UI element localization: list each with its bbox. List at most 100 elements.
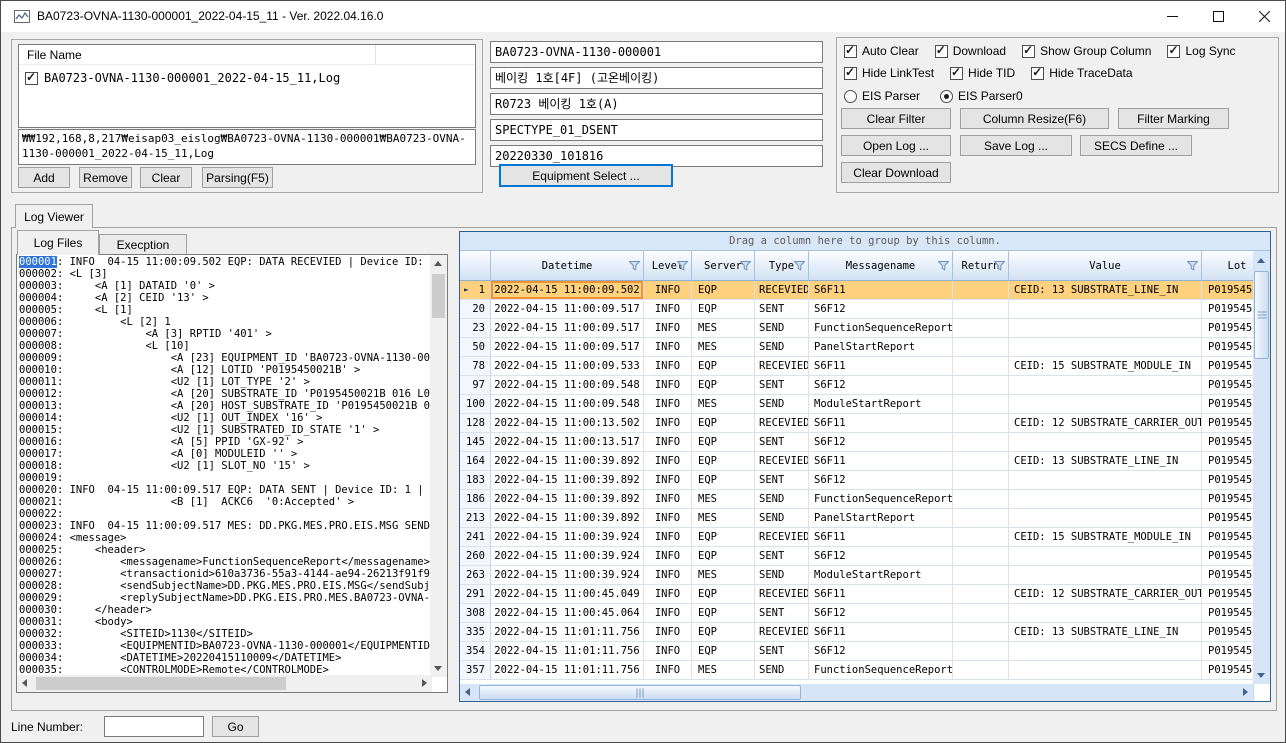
grid-cell[interactable] xyxy=(953,604,1009,623)
grid-cell[interactable]: S6F11 xyxy=(809,623,953,642)
filter-icon[interactable] xyxy=(677,261,688,271)
grid-cell[interactable] xyxy=(1009,642,1202,661)
table-row[interactable]: 3082022-04-15 11:00:45.064INFOEQPSENTS6F… xyxy=(460,604,1271,623)
log-line[interactable]: 000018: <U2 [1] SLOT_NO '15' > xyxy=(19,460,431,472)
grid-cell[interactable]: PanelStartReport xyxy=(809,509,953,528)
grid-cell[interactable]: INFO xyxy=(644,661,692,680)
grid-cell[interactable] xyxy=(1009,376,1202,395)
grid-cell[interactable] xyxy=(953,528,1009,547)
grid-cell[interactable] xyxy=(1009,319,1202,338)
table-row[interactable]: 3572022-04-15 11:01:11.756INFOMESSENDFun… xyxy=(460,661,1271,680)
grid-cell[interactable]: INFO xyxy=(644,642,692,661)
grid-cell[interactable]: 241 xyxy=(460,528,491,547)
grid-cell[interactable]: 145 xyxy=(460,433,491,452)
grid-cell[interactable]: 2022-04-15 11:00:09.533 xyxy=(491,357,644,376)
log-horizontal-scrollbar[interactable] xyxy=(17,675,432,692)
table-row[interactable]: 2602022-04-15 11:00:39.924INFOEQPSENTS6F… xyxy=(460,547,1271,566)
log-line[interactable]: 000004: <A [2] CEID '13' > xyxy=(19,292,431,304)
grid-cell[interactable] xyxy=(1009,471,1202,490)
clear-button[interactable]: Clear xyxy=(140,167,192,188)
grid-cell[interactable]: 2022-04-15 11:00:13.502 xyxy=(491,414,644,433)
grid-cell[interactable]: 354 xyxy=(460,642,491,661)
log-line[interactable]: 000020: INFO 04-15 11:00:09.517 EQP: DAT… xyxy=(19,484,431,496)
grid-cell[interactable]: EQP xyxy=(692,433,755,452)
grid-cell[interactable]: MES xyxy=(692,395,755,414)
grid-cell[interactable]: EQP xyxy=(692,414,755,433)
grid-cell[interactable]: SEND xyxy=(755,509,809,528)
grid-cell[interactable] xyxy=(953,452,1009,471)
grid-cell[interactable]: FunctionSequenceReport xyxy=(809,661,953,680)
log-line[interactable]: 000019: xyxy=(19,472,431,484)
grid-cell[interactable]: INFO xyxy=(644,490,692,509)
grid-cell[interactable]: S6F12 xyxy=(809,471,953,490)
grid-cell[interactable]: 2022-04-15 11:00:09.517 xyxy=(491,338,644,357)
grid-cell[interactable]: MES xyxy=(692,566,755,585)
secs-define-button[interactable]: SECS Define ... xyxy=(1080,135,1192,156)
log-line[interactable]: 000013: <A [20] HOST_SUBSTRATE_ID 'P0195… xyxy=(19,400,431,412)
radio-eis-parser0[interactable]: EIS Parser0 xyxy=(940,89,1023,103)
grid-cell[interactable]: SEND xyxy=(755,490,809,509)
grid-cell[interactable]: INFO xyxy=(644,547,692,566)
checkbox-hide-tracedata[interactable]: Hide TraceData xyxy=(1031,66,1132,80)
log-line[interactable]: 000006: <L [2] 1 xyxy=(19,316,431,328)
grid-cell[interactable]: MES xyxy=(692,338,755,357)
grid-cell[interactable]: 2022-04-15 11:00:45.049 xyxy=(491,585,644,604)
grid-cell[interactable]: FunctionSequenceReport xyxy=(809,490,953,509)
checkbox-hide-linktest[interactable]: Hide LinkTest xyxy=(844,66,934,80)
grid-cell[interactable]: S6F12 xyxy=(809,300,953,319)
grid-cell[interactable]: S6F11 xyxy=(809,281,953,300)
grid-cell[interactable]: 2022-04-15 11:00:39.892 xyxy=(491,490,644,509)
table-row[interactable]: 2632022-04-15 11:00:39.924INFOMESSENDMod… xyxy=(460,566,1271,585)
column-header-return[interactable]: Return xyxy=(953,251,1009,281)
log-line[interactable]: 000022: xyxy=(19,508,431,520)
grid-cell[interactable]: S6F11 xyxy=(809,452,953,471)
log-line[interactable]: 000027: <transactionid>610a3736-55a3-414… xyxy=(19,568,431,580)
log-line[interactable]: 000025: <header> xyxy=(19,544,431,556)
grid-cell[interactable]: S6F11 xyxy=(809,528,953,547)
grid-cell[interactable] xyxy=(953,490,1009,509)
grid-cell[interactable]: SENT xyxy=(755,471,809,490)
grid-cell[interactable] xyxy=(1009,490,1202,509)
add-button[interactable]: Add xyxy=(18,167,70,188)
grid-cell[interactable]: SENT xyxy=(755,642,809,661)
grid-cell[interactable] xyxy=(953,509,1009,528)
column-header-datetime[interactable]: Datetime xyxy=(491,251,644,281)
checkbox-icon[interactable] xyxy=(950,67,963,80)
grid-cell[interactable]: CEID: 13 SUBSTRATE_LINE_IN xyxy=(1009,281,1202,300)
grid-cell[interactable] xyxy=(953,566,1009,585)
grid-cell[interactable] xyxy=(953,281,1009,300)
grid-cell[interactable] xyxy=(953,376,1009,395)
grid-cell[interactable]: FunctionSequenceReport xyxy=(809,319,953,338)
log-line[interactable]: 000030: </header> xyxy=(19,604,431,616)
column-resize-button[interactable]: Column Resize(F6) xyxy=(960,108,1109,129)
grid-cell[interactable]: 183 xyxy=(460,471,491,490)
grid-cell[interactable]: CEID: 12 SUBSTRATE_CARRIER_OUT xyxy=(1009,414,1202,433)
table-row[interactable]: 202022-04-15 11:00:09.517INFOEQPSENTS6F1… xyxy=(460,300,1271,319)
grid-cell[interactable]: EQP xyxy=(692,376,755,395)
grid-cell[interactable]: 2022-04-15 11:00:09.502 xyxy=(491,281,644,300)
table-row[interactable]: 1282022-04-15 11:00:13.502INFOEQPRECEVIE… xyxy=(460,414,1271,433)
maximize-button[interactable] xyxy=(1195,1,1241,32)
column-header-type[interactable]: Type xyxy=(755,251,809,281)
table-row[interactable]: 2132022-04-15 11:00:39.892INFOMESSENDPan… xyxy=(460,509,1271,528)
grid-cell[interactable]: EQP xyxy=(692,528,755,547)
grid-cell[interactable]: SEND xyxy=(755,661,809,680)
group-by-band[interactable]: Drag a column here to group by this colu… xyxy=(460,232,1270,251)
grid-cell[interactable]: INFO xyxy=(644,414,692,433)
clear-download-button[interactable]: Clear Download xyxy=(841,162,951,183)
grid-cell[interactable]: S6F12 xyxy=(809,547,953,566)
table-row[interactable]: 232022-04-15 11:00:09.517INFOMESSENDFunc… xyxy=(460,319,1271,338)
grid-cell[interactable] xyxy=(1009,433,1202,452)
grid-cell[interactable]: CEID: 13 SUBSTRATE_LINE_IN xyxy=(1009,452,1202,471)
grid-cell[interactable]: EQP xyxy=(692,452,755,471)
column-header-value[interactable]: Value xyxy=(1009,251,1202,281)
log-text-panel[interactable]: 000001: INFO 04-15 11:00:09.502 EQP: DAT… xyxy=(16,254,448,693)
log-line[interactable]: 000005: <L [1] xyxy=(19,304,431,316)
checkbox-hide-tid[interactable]: Hide TID xyxy=(950,66,1015,80)
filter-icon[interactable] xyxy=(740,261,751,271)
grid-cell[interactable]: S6F12 xyxy=(809,604,953,623)
log-line[interactable]: 000033: <EQUIPMENTID>BA0723-OVNA-1130-00… xyxy=(19,640,431,652)
row-indicator-header[interactable] xyxy=(460,251,491,281)
log-vertical-scrollbar[interactable] xyxy=(430,255,447,677)
grid-cell[interactable]: 23 xyxy=(460,319,491,338)
